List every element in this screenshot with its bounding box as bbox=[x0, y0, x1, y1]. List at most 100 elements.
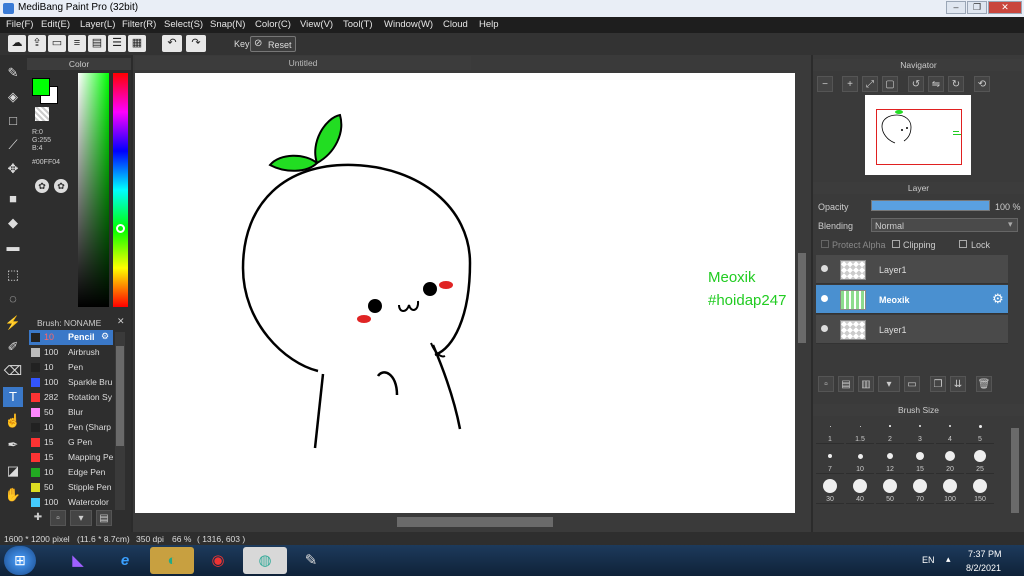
brush-size-cell[interactable]: 40 bbox=[846, 475, 874, 504]
chrome-icon[interactable]: ◉ bbox=[196, 547, 240, 574]
palette-icon[interactable]: ✿ bbox=[35, 179, 49, 193]
paint-icon[interactable]: ✎ bbox=[289, 547, 333, 574]
select-eraser-icon[interactable]: ⌫ bbox=[3, 361, 23, 381]
menu-layer[interactable]: Layer(L) bbox=[80, 19, 115, 30]
brush-size-cell[interactable]: 7 bbox=[816, 445, 844, 474]
list-item[interactable]: 50 Stipple Pen bbox=[29, 480, 113, 495]
page-icon[interactable]: ▤ bbox=[88, 35, 106, 52]
menu-cloud[interactable]: Cloud bbox=[443, 19, 468, 30]
transparent-color[interactable] bbox=[35, 107, 49, 121]
reset-button[interactable]: ⊘ Reset bbox=[250, 36, 296, 52]
gradient-tool-icon[interactable]: ▬ bbox=[3, 237, 23, 257]
flip-icon[interactable]: ⇋ bbox=[928, 76, 944, 92]
minimize-button[interactable]: – bbox=[946, 1, 966, 14]
text-tool-icon[interactable]: T bbox=[3, 387, 23, 407]
delete-layer-icon[interactable]: 🗑 bbox=[976, 376, 992, 392]
share-icon[interactable]: ⇪ bbox=[28, 35, 46, 52]
menu-help[interactable]: Help bbox=[479, 19, 499, 30]
new-layer-icon[interactable]: ▫ bbox=[818, 376, 834, 392]
cloud-icon[interactable]: ☁ bbox=[8, 35, 26, 52]
horizontal-scroll-thumb[interactable] bbox=[397, 517, 553, 527]
panel-close-icon[interactable]: ✕ bbox=[117, 316, 125, 327]
horizontal-scrollbar[interactable] bbox=[135, 515, 795, 529]
close-button[interactable]: ✕ bbox=[988, 1, 1022, 14]
new-brush-icon[interactable]: ▫ bbox=[50, 510, 66, 526]
brush-size-cell[interactable]: 4 bbox=[936, 415, 964, 444]
start-button[interactable]: ⊞ bbox=[4, 546, 36, 575]
eraser-tool-icon[interactable]: ◈ bbox=[3, 87, 23, 107]
brush-size-scrollbar[interactable] bbox=[1010, 418, 1020, 528]
foreground-color[interactable] bbox=[32, 78, 50, 96]
menu-edit[interactable]: Edit(E) bbox=[41, 19, 70, 30]
chat-icon[interactable]: ≡ bbox=[68, 35, 86, 52]
menu-file[interactable]: File(F) bbox=[6, 19, 33, 30]
redo-icon[interactable]: ↷ bbox=[186, 35, 206, 52]
brush-size-cell[interactable]: 150 bbox=[966, 475, 994, 504]
list-item[interactable]: 100 Airbrush bbox=[29, 345, 113, 360]
brush-page-icon[interactable]: ▤ bbox=[96, 510, 112, 526]
list-item[interactable]: 15 Mapping Pe bbox=[29, 450, 113, 465]
list-item[interactable]: 15 G Pen bbox=[29, 435, 113, 450]
brush-size-cell[interactable]: 12 bbox=[876, 445, 904, 474]
brush-size-cell[interactable]: 30 bbox=[816, 475, 844, 504]
clock-date[interactable]: 8/2/2021 bbox=[966, 563, 1001, 573]
select-tool-icon[interactable]: ⬚ bbox=[3, 265, 23, 285]
visibility-icon[interactable] bbox=[821, 265, 828, 272]
fill-rect-icon[interactable]: ■ bbox=[3, 189, 23, 209]
brush-size-cell[interactable]: 20 bbox=[936, 445, 964, 474]
list-icon[interactable]: ☰ bbox=[108, 35, 126, 52]
layer-row-selected[interactable]: Meoxik ⚙ bbox=[816, 285, 1008, 314]
brush-size-cell[interactable]: 1.5 bbox=[846, 415, 874, 444]
medibang-icon[interactable]: ◍ bbox=[243, 547, 287, 574]
new-8bit-layer-icon[interactable]: ▥ bbox=[858, 376, 874, 392]
visibility-icon[interactable] bbox=[821, 295, 828, 302]
brush-size-cell[interactable]: 25 bbox=[966, 445, 994, 474]
brush-size-cell[interactable]: 70 bbox=[906, 475, 934, 504]
list-item[interactable]: 100 Sparkle Bru bbox=[29, 375, 113, 390]
menu-select[interactable]: Select(S) bbox=[164, 19, 203, 30]
undo-icon[interactable]: ↶ bbox=[162, 35, 182, 52]
rotate-left-icon[interactable]: ↺ bbox=[908, 76, 924, 92]
opacity-slider[interactable] bbox=[871, 200, 990, 211]
brush-menu-icon[interactable]: ▾ bbox=[70, 510, 92, 526]
list-item[interactable]: 10 Edge Pen bbox=[29, 465, 113, 480]
grid-icon[interactable]: ▦ bbox=[128, 35, 146, 52]
tray-arrow-icon[interactable]: ▴ bbox=[946, 554, 951, 565]
coccoc-icon[interactable]: ◐ bbox=[150, 547, 194, 574]
navigator-preview[interactable] bbox=[865, 95, 971, 175]
brush-size-cell[interactable]: 1 bbox=[816, 415, 844, 444]
fit-icon[interactable]: ⤢ bbox=[862, 76, 878, 92]
layer-scrollbar[interactable] bbox=[1008, 255, 1018, 344]
menu-view[interactable]: View(V) bbox=[300, 19, 333, 30]
brush-size-cell[interactable]: 15 bbox=[906, 445, 934, 474]
brush-size-cell[interactable]: 2 bbox=[876, 415, 904, 444]
vertical-scroll-thumb[interactable] bbox=[798, 253, 806, 343]
folder-icon[interactable]: ▭ bbox=[904, 376, 920, 392]
menu-tool[interactable]: Tool(T) bbox=[343, 19, 373, 30]
restore-button[interactable]: ❐ bbox=[967, 1, 987, 14]
internet-explorer-icon[interactable]: e bbox=[103, 547, 147, 574]
panel-tool-icon[interactable]: ◪ bbox=[3, 461, 23, 481]
brush-size-cell[interactable]: 3 bbox=[906, 415, 934, 444]
menu-color[interactable]: Color(C) bbox=[255, 19, 291, 30]
brush-size-cell[interactable]: 50 bbox=[876, 475, 904, 504]
palette-edit-icon[interactable]: ✿ bbox=[54, 179, 68, 193]
clock-time[interactable]: 7:37 PM bbox=[968, 549, 1002, 559]
rotate-right-icon[interactable]: ↻ bbox=[948, 76, 964, 92]
gear-icon[interactable]: ⚙ bbox=[101, 331, 109, 342]
list-item[interactable]: 10 Pen bbox=[29, 360, 113, 375]
new-halftone-layer-icon[interactable]: ▤ bbox=[838, 376, 854, 392]
visual-studio-icon[interactable]: ◣ bbox=[56, 547, 100, 574]
list-item[interactable]: 100 Watercolor bbox=[29, 495, 113, 510]
add-brush-icon[interactable]: ✚ bbox=[30, 510, 46, 526]
visibility-icon[interactable] bbox=[821, 325, 828, 332]
merge-layer-icon[interactable]: ⇊ bbox=[950, 376, 966, 392]
operation-tool-icon[interactable]: ☝ bbox=[3, 411, 23, 431]
brush-scrollbar[interactable] bbox=[115, 332, 125, 510]
line-tool-icon[interactable]: ⟋ bbox=[3, 135, 23, 155]
bucket-tool-icon[interactable]: ◆ bbox=[3, 213, 23, 233]
list-item[interactable]: 50 Blur bbox=[29, 405, 113, 420]
move-tool-icon[interactable]: ✥ bbox=[3, 159, 23, 179]
menu-filter[interactable]: Filter(R) bbox=[122, 19, 156, 30]
blending-select[interactable]: Normal ▾ bbox=[871, 218, 1018, 232]
